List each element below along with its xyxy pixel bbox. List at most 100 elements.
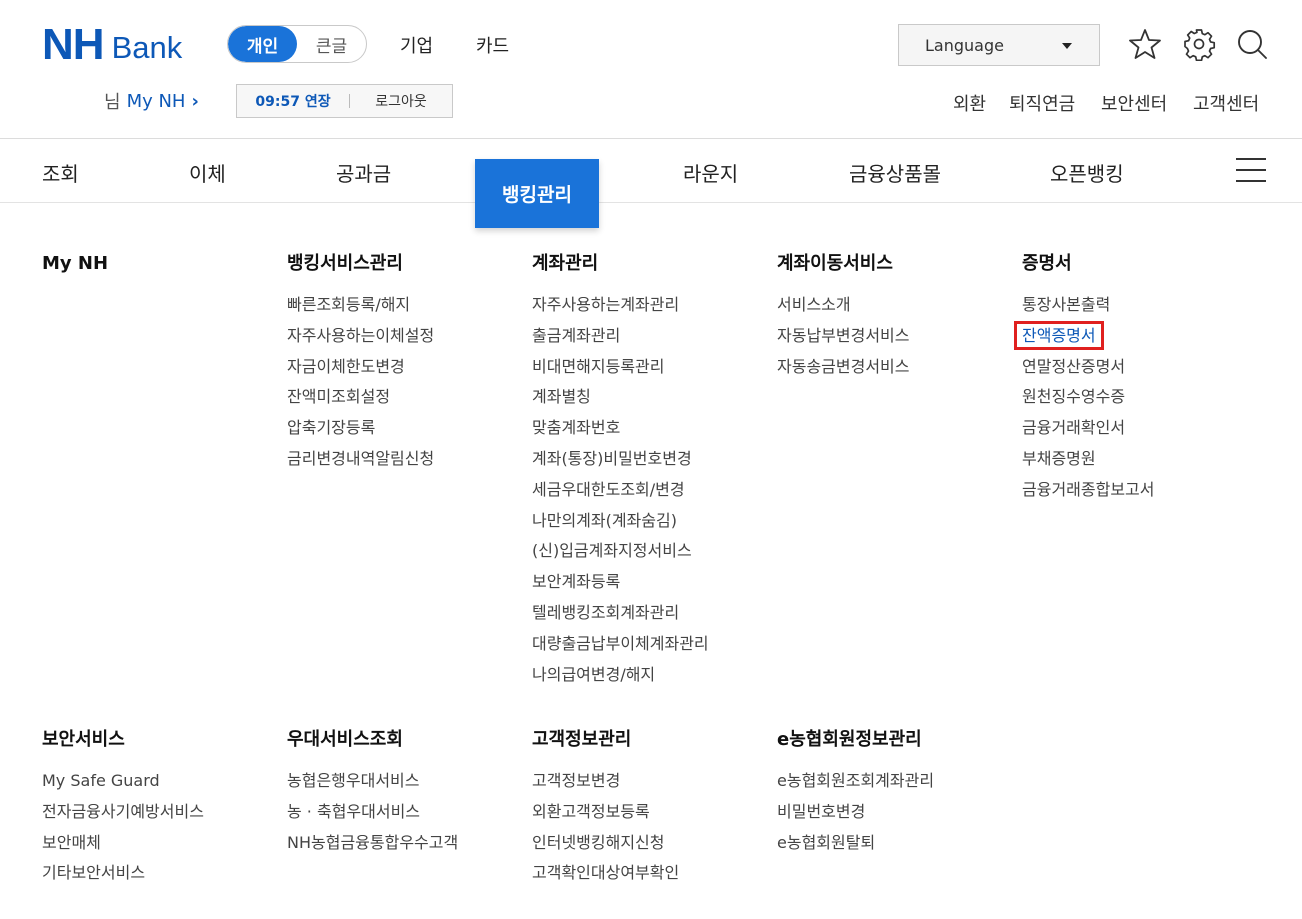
hamburger-icon-bar-3 (1236, 180, 1266, 182)
menu-item[interactable]: 원천징수영수증 (1022, 382, 1154, 413)
menu-col-certificates: 증명서 통장사본출력 잔액증명서 연말정산증명서 원천징수영수증 금융거래확인서… (1014, 252, 1154, 506)
menu-item[interactable]: 자금이체한도변경 (287, 352, 434, 383)
menu-item[interactable]: 전자금융사기예방서비스 (42, 797, 204, 828)
menu-item[interactable]: 통장사본출력 (1022, 290, 1154, 321)
menu-item[interactable]: 자동송금변경서비스 (777, 352, 909, 383)
top-link-card[interactable]: 카드 (476, 32, 509, 58)
gnb-item-transfer[interactable]: 이체 (189, 158, 226, 187)
search-button[interactable] (1234, 26, 1270, 62)
gnb-item-utilities[interactable]: 공과금 (336, 158, 391, 187)
menu-item[interactable]: 압축기장등록 (287, 413, 434, 444)
util-link-security-center[interactable]: 보안센터 (1101, 90, 1167, 116)
mode-personal-button[interactable]: 개인 (228, 26, 297, 62)
util-link-pension[interactable]: 퇴직연금 (1009, 90, 1075, 116)
menu-item[interactable]: 자주사용하는계좌관리 (532, 290, 709, 321)
gnb-item-product-mall[interactable]: 금융상품몰 (849, 158, 941, 187)
menu-item[interactable]: 자주사용하는이체설정 (287, 321, 434, 352)
menu-title-my-nh[interactable]: My NH (42, 253, 108, 274)
menu-item[interactable]: 기타보안서비스 (42, 858, 204, 889)
menu-item[interactable]: 빠른조회등록/해지 (287, 290, 434, 321)
menu-item[interactable]: 보안계좌등록 (532, 567, 709, 598)
util-link-customer-center[interactable]: 고객센터 (1193, 90, 1259, 116)
menu-item[interactable]: 고객정보변경 (532, 766, 679, 797)
menu-item[interactable]: 계좌별칭 (532, 382, 709, 413)
menu-item[interactable]: 부채증명원 (1022, 444, 1154, 475)
menu-col-account-management: 계좌관리 자주사용하는계좌관리 출금계좌관리 비대면해지등록관리 계좌별칭 맞춤… (532, 252, 709, 690)
menu-item[interactable]: (신)입금계좌지정서비스 (532, 536, 709, 567)
logo-bank-text: Bank (111, 30, 183, 65)
menu-item[interactable]: 금리변경내역알림신청 (287, 444, 434, 475)
menu-title-certificates: 증명서 (1022, 253, 1072, 274)
menu-item[interactable]: 나의급여변경/해지 (532, 660, 709, 691)
util-link-forex[interactable]: 외환 (953, 90, 986, 116)
gear-icon (1184, 29, 1216, 61)
star-icon (1129, 29, 1161, 59)
menu-title-e-nonghyup-member: e농협회원정보관리 (777, 729, 922, 750)
highlighted-menu-label[interactable]: 잔액증명서 (1014, 320, 1104, 350)
logo-nh-text: NH (42, 20, 105, 69)
gnb-item-banking-management[interactable]: 뱅킹관리 (475, 159, 599, 228)
menu-item[interactable]: 계좌(통장)비밀번호변경 (532, 444, 709, 475)
user-prefix: 님 (104, 92, 121, 113)
menu-item[interactable]: e농협회원탈퇴 (777, 828, 934, 859)
gnb-divider (0, 202, 1302, 203)
menu-item[interactable]: 잔액미조회설정 (287, 382, 434, 413)
menu-item[interactable]: 나만의계좌(계좌숨김) (532, 506, 709, 537)
menu-item[interactable]: 금융거래종합보고서 (1022, 475, 1154, 506)
menu-item[interactable]: 자동납부변경서비스 (777, 321, 909, 352)
user-greeting[interactable]: 님 My NH › (104, 88, 199, 114)
menu-col-customer-info: 고객정보관리 고객정보변경 외환고객정보등록 인터넷뱅킹해지신청 고객확인대상여… (532, 728, 679, 889)
header-divider (0, 138, 1302, 139)
menu-item[interactable]: 세금우대한도조회/변경 (532, 475, 709, 506)
menu-title-customer-info: 고객정보관리 (532, 729, 632, 750)
menu-item[interactable]: e농협회원조회계좌관리 (777, 766, 934, 797)
menu-item[interactable]: 외환고객정보등록 (532, 797, 679, 828)
user-name-link[interactable]: My NH (127, 91, 186, 112)
menu-title-security-service: 보안서비스 (42, 729, 125, 750)
gnb-item-inquiry[interactable]: 조회 (42, 158, 79, 187)
search-icon (1238, 30, 1267, 59)
menu-item[interactable]: 농협은행우대서비스 (287, 766, 458, 797)
menu-item[interactable]: 출금계좌관리 (532, 321, 709, 352)
menu-item[interactable]: 금융거래확인서 (1022, 413, 1154, 444)
gnb-item-lounge[interactable]: 라운지 (683, 158, 738, 187)
menu-title-preferential-service: 우대서비스조회 (287, 729, 403, 750)
menu-item[interactable]: 농 · 축협우대서비스 (287, 797, 458, 828)
menu-item[interactable]: 보안매체 (42, 828, 204, 859)
logout-button[interactable]: 로그아웃 (350, 91, 452, 111)
gnb-item-open-banking[interactable]: 오픈뱅킹 (1050, 158, 1124, 187)
menu-item-balance-certificate[interactable]: 잔액증명서 (1014, 320, 1154, 352)
menu-item[interactable]: 서비스소개 (777, 290, 909, 321)
menu-col-my-nh: My NH (42, 252, 108, 276)
menu-item[interactable]: 맞춤계좌번호 (532, 413, 709, 444)
menu-title-banking-service: 뱅킹서비스관리 (287, 253, 403, 274)
menu-item[interactable]: 텔레뱅킹조회계좌관리 (532, 598, 709, 629)
menu-col-e-nonghyup-member: e농협회원정보관리 e농협회원조회계좌관리 비밀번호변경 e농협회원탈퇴 (777, 728, 934, 858)
menu-item[interactable]: 비밀번호변경 (777, 797, 934, 828)
menu-col-preferential-service: 우대서비스조회 농협은행우대서비스 농 · 축협우대서비스 NH농협금융통합우수… (287, 728, 458, 858)
session-box: 09:57 연장 로그아웃 (236, 84, 453, 118)
session-extend-button[interactable]: 09:57 연장 (237, 91, 349, 111)
menu-col-account-switch: 계좌이동서비스 서비스소개 자동납부변경서비스 자동송금변경서비스 (777, 252, 909, 382)
menu-col-security-service: 보안서비스 My Safe Guard 전자금융사기예방서비스 보안매체 기타보… (42, 728, 204, 889)
language-select[interactable]: Language (898, 24, 1100, 66)
menu-col-banking-service: 뱅킹서비스관리 빠른조회등록/해지 자주사용하는이체설정 자금이체한도변경 잔액… (287, 252, 434, 475)
chevron-down-icon (1062, 43, 1072, 49)
top-link-corporate[interactable]: 기업 (400, 32, 433, 58)
settings-button[interactable] (1181, 26, 1217, 62)
mode-large-text-button[interactable]: 큰글 (297, 26, 366, 62)
favorite-button[interactable] (1127, 26, 1163, 62)
menu-title-account-switch: 계좌이동서비스 (777, 253, 893, 274)
menu-item[interactable]: 인터넷뱅킹해지신청 (532, 828, 679, 859)
menu-item[interactable]: 고객확인대상여부확인 (532, 858, 679, 889)
menu-item[interactable]: 대량출금납부이체계좌관리 (532, 629, 709, 660)
menu-item[interactable]: NH농협금융통합우수고객 (287, 828, 458, 859)
chevron-right-icon: › (191, 90, 199, 112)
language-select-label: Language (925, 35, 1004, 55)
all-menu-button[interactable] (1236, 158, 1266, 182)
menu-title-account-management: 계좌관리 (532, 253, 599, 274)
nh-bank-logo[interactable]: NH Bank (42, 20, 183, 69)
menu-item[interactable]: My Safe Guard (42, 766, 204, 797)
menu-item[interactable]: 비대면해지등록관리 (532, 352, 709, 383)
menu-item[interactable]: 연말정산증명서 (1022, 352, 1154, 383)
